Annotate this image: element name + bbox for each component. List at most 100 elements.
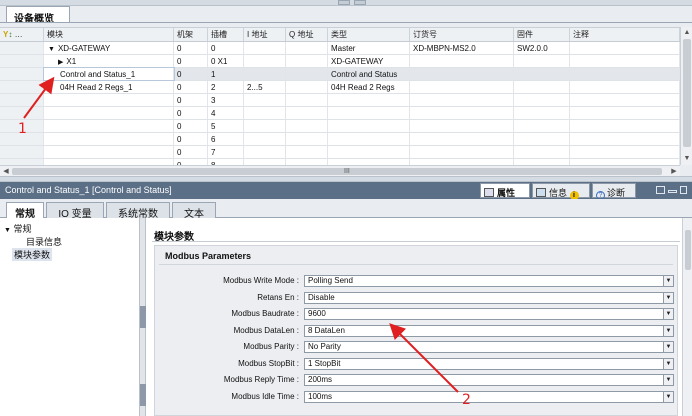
- cell-type[interactable]: 04H Read 2 Regs: [328, 81, 410, 93]
- table-vertical-scrollbar[interactable]: ▲ ▼: [680, 27, 692, 165]
- cell-comment[interactable]: [570, 42, 680, 54]
- cell-rack[interactable]: 0: [174, 120, 208, 132]
- row-selector[interactable]: [0, 42, 44, 54]
- cell-rack[interactable]: 0: [174, 107, 208, 119]
- cell-slot[interactable]: 1: [208, 68, 244, 80]
- row-selector[interactable]: [0, 55, 44, 67]
- cell-firmware[interactable]: [514, 55, 570, 67]
- cell-type[interactable]: [328, 120, 410, 132]
- table-row[interactable]: 04: [0, 107, 680, 120]
- cell-q-address[interactable]: [286, 55, 328, 67]
- cell-module[interactable]: ▶ X1: [44, 55, 174, 67]
- dropdown-arrow-icon[interactable]: ▼: [663, 325, 673, 336]
- cell-firmware[interactable]: [514, 120, 570, 132]
- cell-i-address[interactable]: [244, 68, 286, 80]
- cell-comment[interactable]: [570, 146, 680, 158]
- cell-firmware[interactable]: SW2.0.0: [514, 42, 570, 54]
- row-selector[interactable]: [0, 94, 44, 106]
- cell-module[interactable]: [44, 107, 174, 119]
- sort-icon[interactable]: ↕: [8, 30, 12, 39]
- cell-order-number[interactable]: [410, 120, 514, 132]
- table-row[interactable]: 05: [0, 120, 680, 133]
- dropdown-arrow-icon[interactable]: ▼: [663, 391, 673, 402]
- cell-slot[interactable]: 6: [208, 133, 244, 145]
- cell-order-number[interactable]: [410, 146, 514, 158]
- table-row[interactable]: 07: [0, 146, 680, 159]
- cell-comment[interactable]: [570, 68, 680, 80]
- cell-module[interactable]: [44, 94, 174, 106]
- cell-firmware[interactable]: [514, 107, 570, 119]
- param-dropdown[interactable]: 1 StopBit ▼: [304, 357, 674, 370]
- minimize-icon[interactable]: [668, 190, 677, 193]
- param-dropdown[interactable]: Polling Send ▼: [304, 275, 674, 287]
- cell-q-address[interactable]: [286, 68, 328, 80]
- collapse-down-icon[interactable]: [354, 0, 366, 5]
- col-comment[interactable]: 注释: [570, 28, 680, 41]
- table-row[interactable]: ▶ X1 0 0 X1 XD-GATEWAY: [0, 55, 680, 68]
- tab-info[interactable]: 信息 i: [532, 183, 590, 200]
- col-rack[interactable]: 机架: [174, 28, 208, 41]
- cell-rack[interactable]: 0: [174, 42, 208, 54]
- collapse-up-icon[interactable]: [338, 0, 350, 5]
- cell-i-address[interactable]: [244, 55, 286, 67]
- content-scrollbar[interactable]: [682, 218, 692, 416]
- cell-module[interactable]: Control and Status_1: [43, 67, 175, 81]
- cell-firmware[interactable]: [514, 94, 570, 106]
- cell-q-address[interactable]: [286, 107, 328, 119]
- table-horizontal-scrollbar[interactable]: ◀ III ▶: [0, 165, 680, 176]
- table-row[interactable]: Control and Status_1 0 1 Control and Status: [0, 67, 680, 81]
- dropdown-arrow-icon[interactable]: ▼: [663, 309, 673, 319]
- expand-triangle-icon[interactable]: ▼: [4, 227, 11, 234]
- cell-i-address[interactable]: 2...5: [244, 81, 286, 93]
- device-overview-tab[interactable]: 设备概览: [6, 6, 70, 25]
- table-row[interactable]: ▼ XD-GATEWAY 0 0 Master XD-MBPN-MS2.0 SW2.0.0: [0, 42, 680, 55]
- cell-q-address[interactable]: [286, 94, 328, 106]
- scroll-up-icon[interactable]: ▲: [681, 27, 692, 38]
- table-row[interactable]: 06: [0, 133, 680, 146]
- cell-i-address[interactable]: [244, 94, 286, 106]
- cell-rack[interactable]: 0: [174, 133, 208, 145]
- scroll-thumb[interactable]: [683, 39, 691, 147]
- row-selector[interactable]: [0, 107, 44, 119]
- cell-rack[interactable]: 0: [174, 94, 208, 106]
- cell-order-number[interactable]: XD-MBPN-MS2.0: [410, 42, 514, 54]
- cell-module[interactable]: [44, 146, 174, 158]
- cell-order-number[interactable]: [410, 94, 514, 106]
- filter-icon-cell[interactable]: Y↕ …: [0, 28, 44, 41]
- cell-comment[interactable]: [570, 55, 680, 67]
- cell-firmware[interactable]: [514, 133, 570, 145]
- cell-q-address[interactable]: [286, 133, 328, 145]
- tree-item-catalog-info[interactable]: 目录信息: [26, 235, 62, 248]
- cell-module[interactable]: [44, 120, 174, 132]
- tree-item-module-params[interactable]: 模块参数: [12, 248, 53, 261]
- param-dropdown[interactable]: 200ms ▼: [304, 374, 674, 386]
- cell-firmware[interactable]: [514, 146, 570, 158]
- cell-type[interactable]: Master: [328, 42, 410, 54]
- cell-rack[interactable]: 0: [174, 146, 208, 158]
- col-i-address[interactable]: I 地址: [244, 28, 286, 41]
- cell-slot[interactable]: 5: [208, 120, 244, 132]
- subtab-io-tags[interactable]: IO 变量: [46, 202, 104, 220]
- row-selector[interactable]: [0, 68, 44, 80]
- expand-triangle-icon[interactable]: ▼: [48, 46, 55, 53]
- float-window-icon[interactable]: [656, 186, 665, 194]
- cell-i-address[interactable]: [244, 107, 286, 119]
- cell-order-number[interactable]: [410, 133, 514, 145]
- cell-comment[interactable]: [570, 133, 680, 145]
- cell-type[interactable]: [328, 94, 410, 106]
- col-order-number[interactable]: 订货号: [410, 28, 514, 41]
- cell-rack[interactable]: 0: [174, 81, 208, 93]
- col-firmware[interactable]: 固件: [514, 28, 570, 41]
- cell-i-address[interactable]: [244, 146, 286, 158]
- col-module[interactable]: 模块: [44, 28, 174, 41]
- param-dropdown[interactable]: No Parity ▼: [304, 341, 674, 353]
- cell-rack[interactable]: 0: [174, 68, 208, 80]
- cell-slot[interactable]: 7: [208, 146, 244, 158]
- cell-module[interactable]: [44, 133, 174, 145]
- cell-order-number[interactable]: [410, 107, 514, 119]
- cell-q-address[interactable]: [286, 42, 328, 54]
- param-dropdown[interactable]: 9600 ▼: [304, 308, 674, 320]
- cell-slot[interactable]: 0: [208, 42, 244, 54]
- table-row[interactable]: 03: [0, 94, 680, 107]
- cell-type[interactable]: XD-GATEWAY: [328, 55, 410, 67]
